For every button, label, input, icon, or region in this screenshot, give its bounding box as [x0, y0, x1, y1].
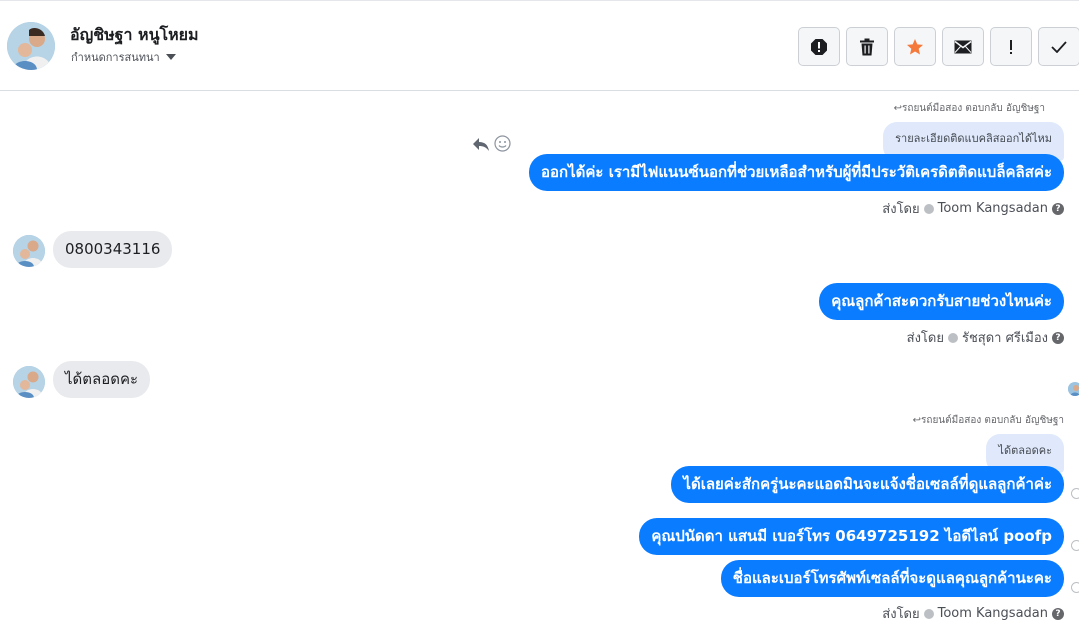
sent-by-info: ส่งโดย Toom Kangsadan ? [882, 198, 1064, 219]
star-button[interactable] [894, 27, 936, 66]
conversation-toolbar [798, 27, 1079, 66]
done-icon [1051, 40, 1067, 53]
message-hover-tools [472, 135, 511, 152]
incoming-message[interactable]: 0800343116 [53, 231, 173, 268]
reply-arrow-icon: ↩ [912, 415, 922, 426]
help-icon[interactable]: ? [1052, 607, 1064, 620]
mail-icon [954, 40, 972, 53]
delete-button[interactable] [846, 27, 888, 66]
sender-name[interactable]: Toom Kangsadan [938, 606, 1048, 621]
trash-icon [860, 38, 874, 55]
sent-by-info: ส่งโดย Toom Kangsadan ? [882, 603, 1064, 622]
reply-icon[interactable] [472, 136, 490, 152]
incoming-message[interactable]: ได้ตลอดคะ [53, 361, 151, 398]
follow-up-button[interactable] [990, 27, 1032, 66]
help-icon[interactable]: ? [1052, 202, 1064, 215]
contact-avatar[interactable] [7, 22, 55, 70]
mark-done-button[interactable] [1038, 27, 1079, 66]
star-icon [907, 38, 923, 54]
reply-meta: ↩รถยนต์มือสอง ตอบกลับ อัญชิษฐา [893, 103, 1045, 114]
outgoing-message[interactable]: ออกได้ค่ะ เรามีไฟแนนซ์นอกที่ช่วยเหลือสำห… [529, 154, 1064, 191]
reply-arrow-icon: ↩ [893, 103, 903, 114]
sender-name[interactable]: รัชสุดา ศรีเมือง [962, 327, 1048, 348]
mark-unread-button[interactable] [942, 27, 984, 66]
delivered-status-icon [1071, 582, 1079, 593]
verified-check-icon [923, 203, 934, 214]
sent-by-info: ส่งโดย รัชสุดา ศรีเมือง ? [907, 327, 1064, 348]
delivered-status-icon [1071, 488, 1079, 499]
verified-check-icon [923, 608, 934, 619]
follow-up-icon [1010, 39, 1012, 54]
delivered-status-icon [1071, 540, 1079, 551]
verified-check-icon [947, 332, 958, 343]
mark-spam-button[interactable] [798, 27, 840, 66]
outgoing-message[interactable]: คุณลูกค้าสะดวกรับสายช่วงไหนค่ะ [819, 283, 1064, 320]
outgoing-message[interactable]: ชื่อและเบอร์โทรศัพท์เซลล์ที่จะดูแลคุณลูก… [720, 560, 1064, 597]
contact-name: อัญชิษฐา หนูโหยม [70, 25, 199, 44]
outgoing-message[interactable]: คุณปนัดดา แสนมี เบอร์โทร 0649725192 ไอดี… [639, 518, 1064, 555]
assign-conversation-dropdown[interactable]: กำหนดการสนทนา [71, 48, 176, 66]
emoji-react-icon[interactable] [494, 135, 511, 152]
chevron-down-icon [165, 54, 176, 60]
assign-conversation-label: กำหนดการสนทนา [71, 51, 160, 64]
outgoing-message[interactable]: ได้เลยค่ะสักครู่นะคะแอดมินจะแจ้งชื่อเซลล… [671, 466, 1064, 503]
sender-name[interactable]: Toom Kangsadan [938, 201, 1048, 216]
spam-icon [811, 38, 827, 55]
conversation-header: อัญชิษฐา หนูโหยม กำหนดการสนทนา [0, 0, 1079, 91]
seen-by-avatar [1068, 382, 1079, 396]
reply-meta: ↩รถยนต์มือสอง ตอบกลับ อัญชิษฐา [912, 415, 1064, 426]
contact-avatar-small [13, 366, 45, 398]
contact-avatar-small [13, 235, 45, 267]
help-icon[interactable]: ? [1052, 331, 1064, 344]
